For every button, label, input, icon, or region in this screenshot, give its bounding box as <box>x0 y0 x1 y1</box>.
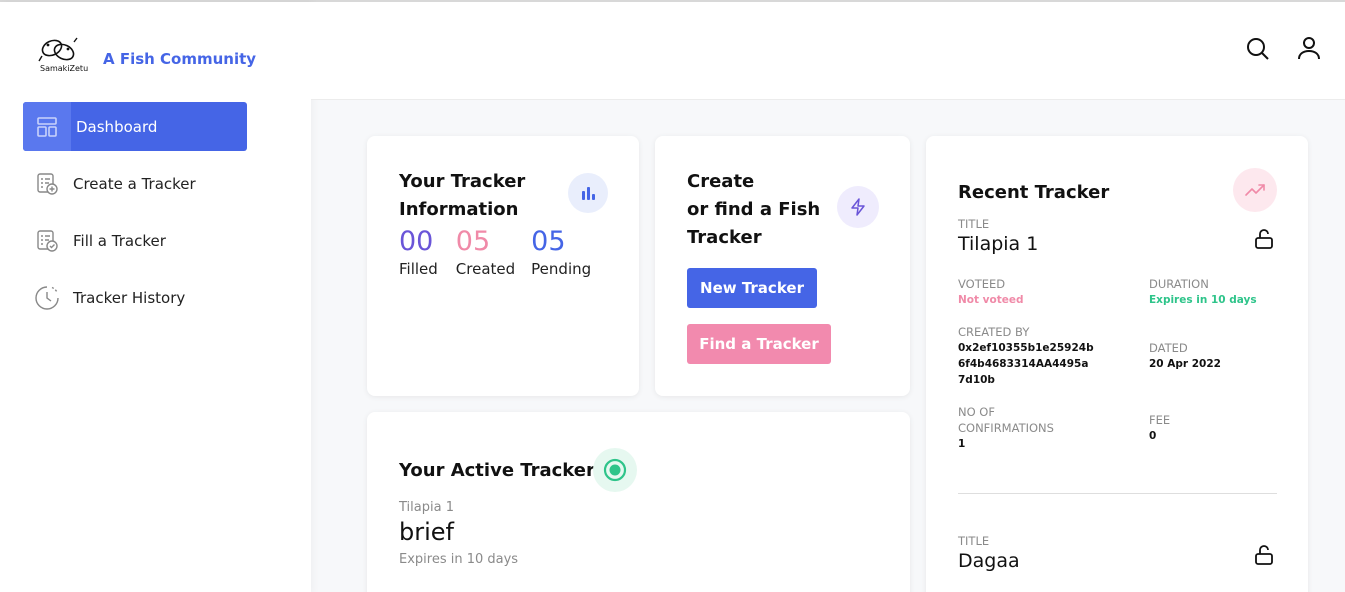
sidebar-nav: Dashboard Create a Tracker Fill a Tracke… <box>23 102 247 330</box>
sidebar-item-label: Fill a Tracker <box>73 231 166 250</box>
lightning-icon <box>837 186 879 228</box>
entry-title: Dagaa <box>958 550 1020 572</box>
sidebar-item-label: Create a Tracker <box>73 174 196 193</box>
history-clock-icon <box>23 273 71 322</box>
created-by-line2: 6f4b4683314AA4495a <box>958 358 1089 370</box>
create-title-line1: Create <box>687 171 755 192</box>
brand: SamakiZetu A Fish Community <box>38 36 256 76</box>
active-tracker-card: Your Active Tracker Tilapia 1 brief Expi… <box>367 412 910 592</box>
logo-text: SamakiZetu <box>40 64 89 73</box>
sidebar-item-fill-tracker[interactable]: Fill a Tracker <box>23 216 247 265</box>
stat-label: Created <box>455 260 516 278</box>
entry-title: Tilapia 1 <box>958 233 1039 255</box>
tracker-info-title-line2: Information <box>399 199 519 220</box>
fish-logo-icon[interactable]: SamakiZetu <box>38 36 88 76</box>
stat-value: 05 <box>531 226 566 257</box>
created-by-line1: 0x2ef10355b1e25924b <box>958 342 1094 354</box>
confirmations-value: 1 <box>958 438 966 450</box>
stat-label: Filled <box>399 260 438 278</box>
unlock-icon[interactable] <box>1253 228 1275 250</box>
recent-tracker-card: Recent Tracker TITLE Tilapia 1 VOTEED No… <box>926 136 1308 592</box>
active-tracker-status: brief <box>399 518 454 546</box>
fill-tracker-icon <box>23 216 71 265</box>
user-icon[interactable] <box>1296 35 1322 61</box>
entry-title-label: TITLE <box>958 534 990 548</box>
create-title-line3: Tracker <box>687 227 762 248</box>
duration-value: Expires in 10 days <box>1149 294 1257 306</box>
sidebar-item-tracker-history[interactable]: Tracker History <box>23 273 247 322</box>
active-tracker-name: Tilapia 1 <box>399 500 454 515</box>
divider <box>958 493 1277 494</box>
bar-chart-icon <box>568 173 608 213</box>
stat-label: Pending <box>531 260 592 278</box>
created-by-line3: 7d10b <box>958 374 995 386</box>
stat-pending: 05 Pending <box>531 226 591 278</box>
search-icon[interactable] <box>1245 36 1271 62</box>
top-header <box>311 2 1345 100</box>
stat-filled: 00 Filled <box>399 226 438 278</box>
create-tracker-icon <box>23 159 71 208</box>
stat-value: 05 <box>455 226 491 257</box>
recent-tracker-title: Recent Tracker <box>958 182 1110 203</box>
entry-title-label: TITLE <box>958 217 990 231</box>
created-by-label: CREATED BY <box>958 325 1030 339</box>
unlock-icon[interactable] <box>1253 544 1275 566</box>
stat-created: 05 Created <box>456 226 515 278</box>
target-icon <box>593 448 637 492</box>
fee-value: 0 <box>1149 430 1157 442</box>
sidebar-item-dashboard[interactable]: Dashboard <box>23 102 247 151</box>
tracker-stats: 00 Filled 05 Created 05 Pending <box>399 226 609 278</box>
find-tracker-button[interactable]: Find a Tracker <box>687 324 831 364</box>
duration-label: DURATION <box>1149 277 1209 291</box>
dated-label: DATED <box>1149 341 1188 355</box>
sidebar-item-label: Dashboard <box>76 117 158 136</box>
dashboard-icon <box>23 102 71 151</box>
voted-value: Not voteed <box>958 294 1024 306</box>
active-tracker-expires: Expires in 10 days <box>399 552 519 567</box>
create-title-line2: or find a Fish <box>687 199 821 220</box>
stat-value: 00 <box>399 226 434 257</box>
trending-up-icon <box>1233 168 1277 212</box>
confirmations-label-line2: CONFIRMATIONS <box>958 421 1054 435</box>
sidebar-item-create-tracker[interactable]: Create a Tracker <box>23 159 247 208</box>
voted-label: VOTEED <box>958 277 1006 291</box>
brand-title: A Fish Community <box>103 50 257 68</box>
sidebar-item-label: Tracker History <box>73 288 186 307</box>
confirmations-label-line1: NO OF <box>958 405 995 419</box>
active-tracker-title: Your Active Tracker <box>399 460 595 481</box>
tracker-info-title-line1: Your Tracker <box>399 171 526 192</box>
new-tracker-button[interactable]: New Tracker <box>687 268 817 308</box>
sidebar: SamakiZetu A Fish Community Dashboard Cr… <box>0 2 311 592</box>
create-tracker-card: Create or find a Fish Tracker New Tracke… <box>655 136 910 396</box>
fee-label: FEE <box>1149 413 1171 427</box>
dated-value: 20 Apr 2022 <box>1149 358 1221 370</box>
tracker-info-card: Your Tracker Information 00 Filled 05 Cr… <box>367 136 639 396</box>
